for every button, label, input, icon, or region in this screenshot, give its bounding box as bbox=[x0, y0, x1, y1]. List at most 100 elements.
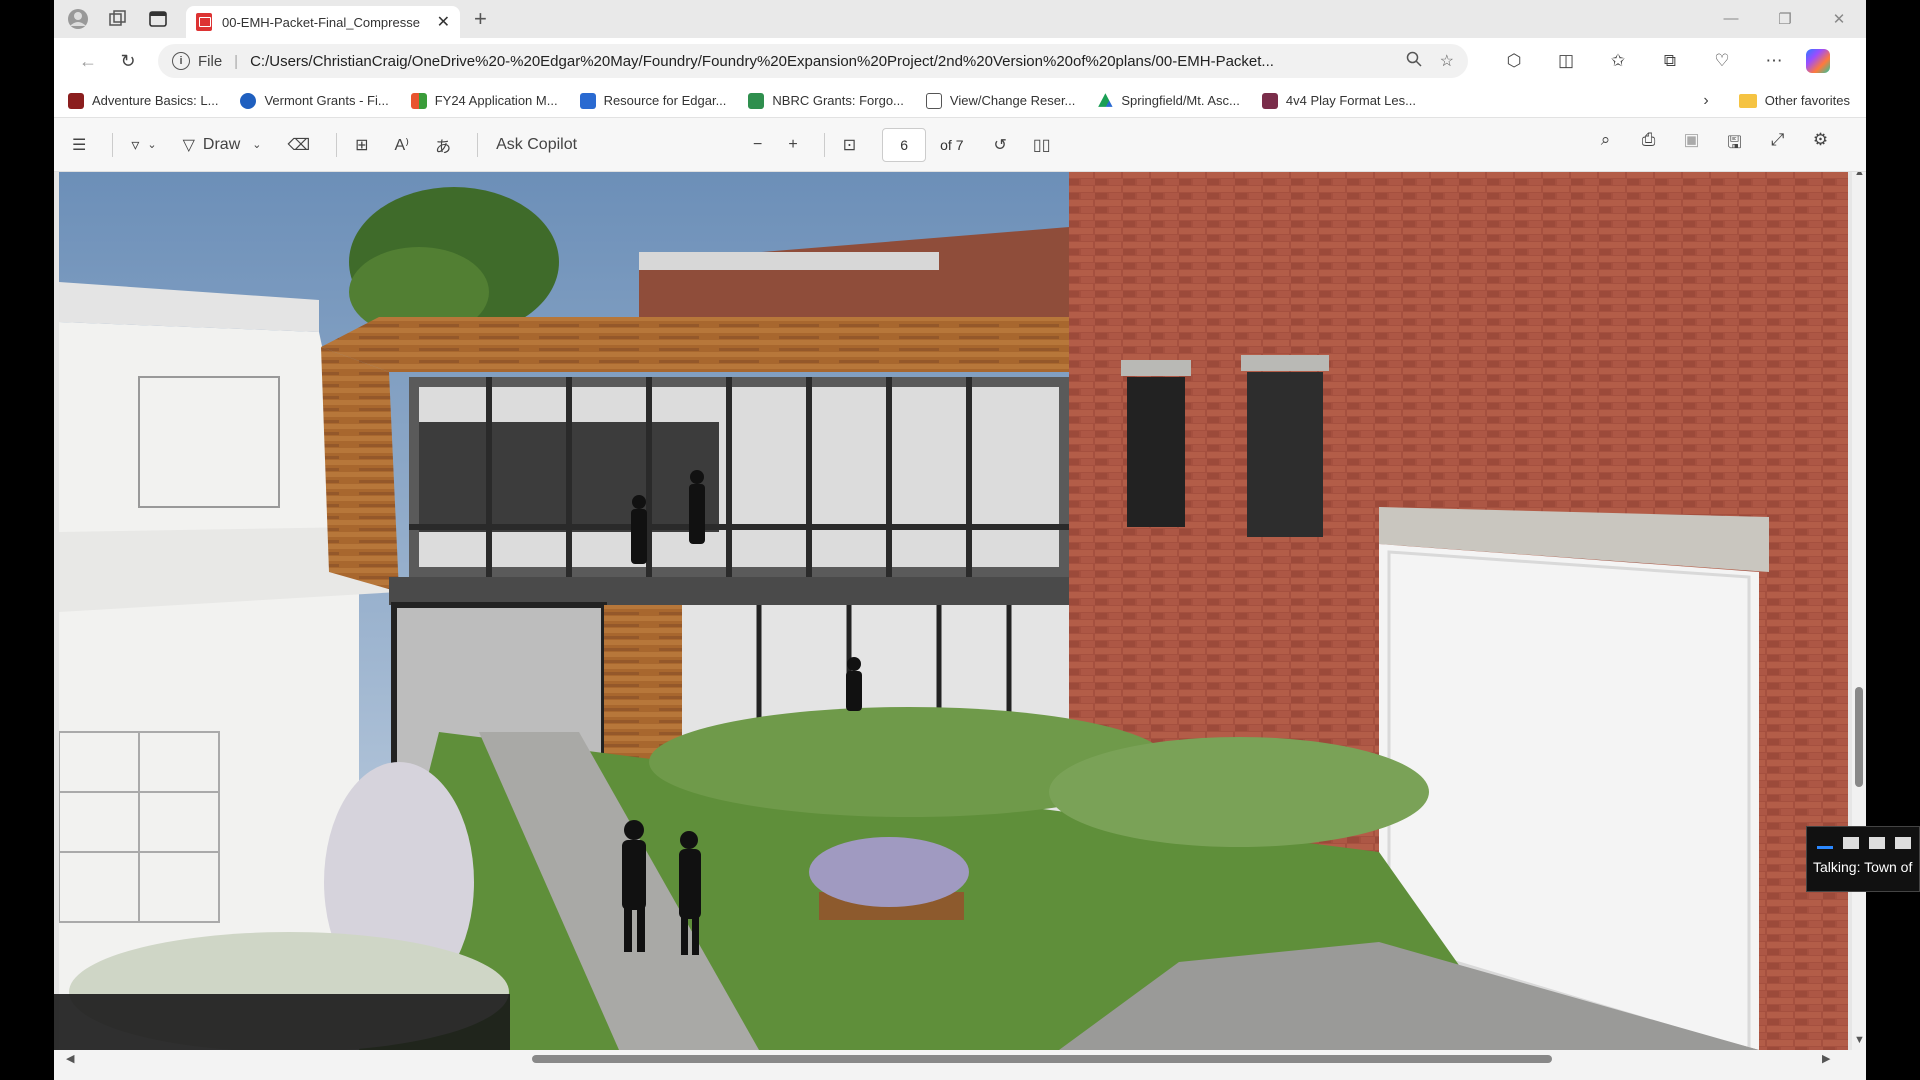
fit-page-icon[interactable]: ⊡ bbox=[843, 135, 856, 155]
address-row: ← ↻ i File | C:/Users/ChristianCraig/One… bbox=[54, 38, 1866, 84]
page-view-icon[interactable]: ▯▯ bbox=[1033, 135, 1051, 155]
workspaces-icon[interactable] bbox=[102, 3, 134, 35]
tab-strip: 00-EMH-Packet-Final_Compresse ✕ + — ❐ ✕ bbox=[54, 0, 1866, 38]
medium-view-icon[interactable] bbox=[1869, 837, 1885, 849]
new-tab-button[interactable]: + bbox=[474, 6, 487, 32]
more-icon[interactable]: ⋯ bbox=[1748, 51, 1800, 71]
close-window-button[interactable]: ✕ bbox=[1812, 10, 1866, 28]
horizontal-scroll-thumb[interactable] bbox=[532, 1055, 1552, 1063]
address-separator: | bbox=[234, 52, 239, 70]
favorite-label: FY24 Application M... bbox=[434, 93, 558, 108]
page-number-input[interactable]: 6 bbox=[882, 127, 927, 162]
search-icon[interactable]: ⌕ bbox=[1584, 130, 1627, 159]
favorite-item[interactable]: FY24 Application M... bbox=[410, 92, 558, 109]
chevron-right-icon[interactable]: › bbox=[1703, 92, 1708, 110]
favorite-favicon bbox=[579, 92, 596, 109]
minimize-button[interactable]: — bbox=[1704, 10, 1758, 28]
print-icon[interactable]: ⎙ bbox=[1627, 130, 1670, 159]
zoom-out-icon[interactable]: − bbox=[753, 136, 762, 154]
address-scheme: File bbox=[198, 52, 223, 70]
favorite-item[interactable]: Adventure Basics: L... bbox=[68, 92, 219, 109]
minimize-view-icon[interactable] bbox=[1817, 846, 1833, 849]
profile-icon[interactable] bbox=[62, 3, 94, 35]
window-controls: — ❐ ✕ bbox=[1704, 10, 1866, 28]
favorites-icon[interactable]: ✩ bbox=[1592, 51, 1644, 71]
favorite-favicon bbox=[1261, 92, 1278, 109]
favorite-label: Adventure Basics: L... bbox=[92, 93, 219, 108]
favorite-favicon bbox=[410, 92, 427, 109]
heart-shield-icon[interactable]: ♡ bbox=[1696, 51, 1748, 71]
back-arrow-icon[interactable]: ← bbox=[68, 51, 108, 72]
google-drive-icon bbox=[1098, 93, 1113, 107]
close-tab-icon[interactable]: ✕ bbox=[437, 12, 450, 32]
favorite-item[interactable]: View/Change Reser... bbox=[925, 92, 1076, 109]
favorite-item[interactable]: 4v4 Play Format Les... bbox=[1261, 92, 1416, 109]
draw-button[interactable]: ▽ Draw ⌄ bbox=[183, 135, 262, 155]
scroll-right-icon[interactable]: ▶ bbox=[1822, 1052, 1830, 1065]
restore-button[interactable]: ❐ bbox=[1758, 10, 1812, 28]
page-total: of 7 bbox=[940, 136, 964, 153]
tab-title: 00-EMH-Packet-Final_Compresse bbox=[222, 14, 420, 30]
toolbar-divider bbox=[477, 132, 479, 157]
vertical-scrollbar[interactable]: ▲ ▼ bbox=[1852, 172, 1866, 1050]
star-icon[interactable]: ☆ bbox=[1440, 51, 1454, 71]
zoom-icon[interactable] bbox=[1406, 51, 1422, 72]
favorite-label: 4v4 Play Format Les... bbox=[1285, 93, 1416, 108]
zoom-in-icon[interactable]: + bbox=[788, 136, 797, 154]
eraser-icon[interactable]: ⌫ bbox=[287, 135, 310, 155]
reload-icon[interactable]: ↻ bbox=[108, 51, 148, 72]
info-icon[interactable]: i bbox=[172, 52, 190, 70]
toolbar-divider bbox=[336, 132, 338, 157]
pdf-page-area[interactable]: ▲ ▼ bbox=[54, 172, 1866, 1050]
highlight-icon[interactable]: ▿ ⌄ bbox=[131, 135, 156, 155]
caption-overlay bbox=[54, 994, 510, 1050]
pdf-toolbar-right: ⌕ ⎙ ▣ 🖫 ⤢ ⚙ bbox=[1584, 130, 1842, 159]
ask-copilot-button[interactable]: Ask Copilot bbox=[496, 136, 577, 154]
extensions-icon[interactable]: ⬡ bbox=[1488, 51, 1540, 71]
ask-copilot-label: Ask Copilot bbox=[496, 135, 578, 153]
grid-view-icon[interactable] bbox=[1895, 837, 1911, 849]
page-icon bbox=[925, 92, 942, 109]
settings-gear-icon[interactable]: ⚙ bbox=[1799, 130, 1842, 159]
contents-icon[interactable]: ☰ bbox=[72, 135, 86, 155]
fullscreen-icon[interactable]: ⤢ bbox=[1756, 130, 1799, 159]
save-icon[interactable]: ▣ bbox=[1670, 130, 1713, 159]
browser-window: 00-EMH-Packet-Final_Compresse ✕ + — ❐ ✕ … bbox=[54, 0, 1866, 1080]
favorite-label: Resource for Edgar... bbox=[603, 93, 727, 108]
favorite-label: Springfield/Mt. Asc... bbox=[1121, 93, 1240, 108]
rotate-icon[interactable]: ↺ bbox=[994, 135, 1007, 155]
read-aloud-icon[interactable]: A⁾ bbox=[395, 135, 410, 155]
vertical-scroll-thumb[interactable] bbox=[1855, 687, 1863, 787]
text-box-icon[interactable]: ⊞ bbox=[355, 135, 368, 155]
save-as-icon[interactable]: 🖫 bbox=[1713, 130, 1756, 159]
scroll-down-icon[interactable]: ▼ bbox=[1854, 1034, 1865, 1046]
talking-label: Talking: Town of bbox=[1813, 859, 1913, 875]
draw-label: Draw bbox=[202, 135, 241, 153]
architectural-rendering bbox=[59, 172, 1848, 1050]
tab-actions-icon[interactable] bbox=[142, 3, 174, 35]
pdf-file-icon bbox=[196, 13, 212, 31]
address-url[interactable]: C:/Users/ChristianCraig/OneDrive%20-%20E… bbox=[250, 53, 1388, 70]
address-bar[interactable]: i File | C:/Users/ChristianCraig/OneDriv… bbox=[158, 44, 1468, 78]
favorite-item[interactable]: NBRC Grants: Forgo... bbox=[748, 92, 904, 109]
meeting-speaker-widget[interactable]: Talking: Town of bbox=[1806, 826, 1920, 892]
favorite-item[interactable]: Resource for Edgar... bbox=[579, 92, 727, 109]
active-tab[interactable]: 00-EMH-Packet-Final_Compresse ✕ bbox=[186, 6, 460, 38]
folder-icon bbox=[1738, 93, 1757, 108]
small-view-icon[interactable] bbox=[1843, 837, 1859, 849]
toolbar-divider bbox=[112, 132, 114, 157]
favorite-label: View/Change Reser... bbox=[949, 93, 1076, 108]
scroll-up-icon[interactable]: ▲ bbox=[1854, 172, 1865, 178]
scroll-left-icon[interactable]: ◀ bbox=[66, 1052, 74, 1065]
split-screen-icon[interactable]: ◫ bbox=[1540, 51, 1592, 71]
translate-icon[interactable]: あ bbox=[435, 133, 451, 157]
favorite-item[interactable]: Vermont Grants - Fi... bbox=[240, 92, 389, 109]
favorite-favicon bbox=[748, 92, 765, 109]
collections-icon[interactable]: ⧉ bbox=[1644, 51, 1696, 71]
view-layout-icons bbox=[1807, 827, 1919, 849]
favorite-label: Vermont Grants - Fi... bbox=[264, 93, 389, 108]
other-favorites[interactable]: Other favorites bbox=[1738, 93, 1850, 108]
horizontal-scrollbar[interactable]: ◀ ▶ bbox=[54, 1050, 1866, 1068]
copilot-icon[interactable] bbox=[1806, 49, 1830, 73]
favorite-item[interactable]: Springfield/Mt. Asc... bbox=[1097, 93, 1240, 109]
